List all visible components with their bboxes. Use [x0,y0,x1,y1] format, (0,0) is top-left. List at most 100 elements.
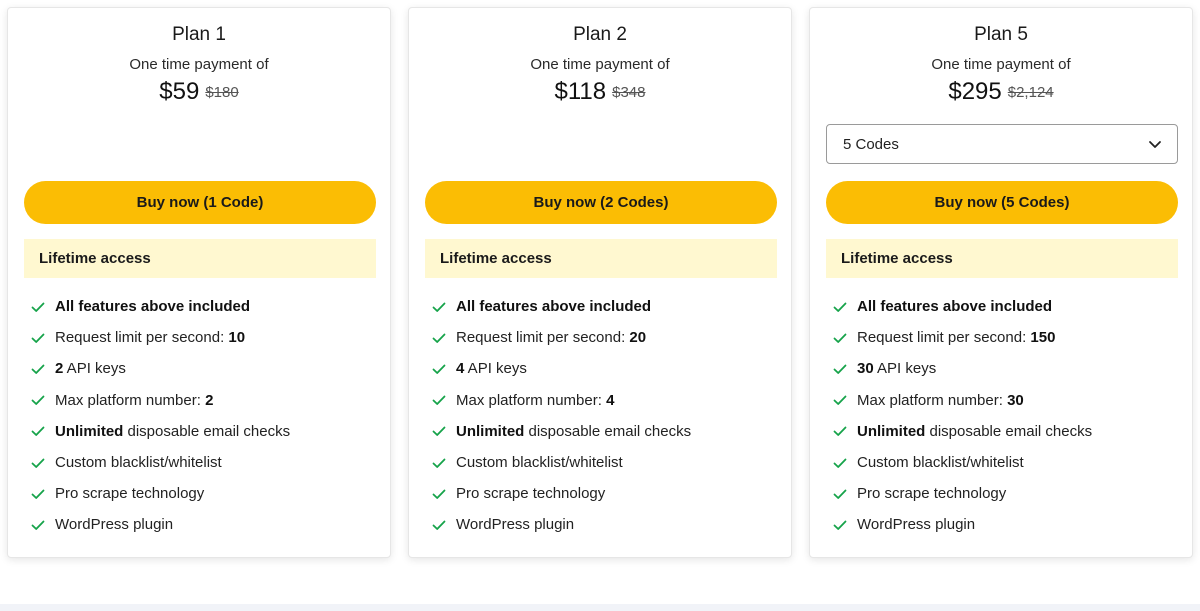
feature-item: WordPress plugin [431,509,691,540]
check-icon [833,520,847,530]
feature-item: Custom blacklist/whitelist [431,447,691,478]
feature-item: Custom blacklist/whitelist [30,447,290,478]
feature-highlight: All features above included [456,298,652,316]
pricing-cards: Plan 1 One time payment of $59 $180 Buy n… [7,7,1193,558]
price-row: $59 $180 [8,78,390,106]
feature-text: Request limit per second: [857,329,1031,347]
feature-item: All features above included [30,291,290,322]
buy-now-button[interactable]: Buy now (1 Code) [24,181,376,224]
check-icon [31,489,45,499]
feature-text: API keys [464,360,527,378]
feature-item: Max platform number: 2 [30,385,290,416]
feature-list: All features above included Request limit… [30,291,290,541]
lifetime-access-banner: Lifetime access [24,239,376,278]
feature-item: Max platform number: 4 [431,385,691,416]
check-icon [432,333,446,343]
check-icon [833,395,847,406]
feature-item: All features above included [431,291,691,322]
plan-card-1: Plan 1 One time payment of $59 $180 Buy n… [7,7,391,558]
feature-highlight: 10 [228,329,246,347]
price: $295 [948,78,1002,105]
feature-highlight: 20 [629,329,647,347]
access-label: Lifetime access [39,250,151,267]
plan-title: Plan 5 [974,24,1028,45]
feature-text: API keys [873,360,937,378]
check-icon [432,489,446,499]
feature-item: Pro scrape technology [431,478,691,509]
price-row: $295 $2,124 [810,78,1192,106]
feature-item: Custom blacklist/whitelist [832,447,1092,478]
feature-text: API keys [63,360,126,378]
plan-title: Plan 1 [172,24,226,45]
feature-highlight: 4 [456,360,465,378]
price: $59 [159,78,200,105]
feature-highlight: Unlimited [55,422,124,440]
feature-item: 4 API keys [431,353,691,384]
feature-item: Request limit per second: 20 [431,322,691,353]
feature-item: Pro scrape technology [832,478,1092,509]
feature-text: WordPress plugin [857,516,976,534]
feature-item: Request limit per second: 10 [30,322,290,353]
check-icon [31,364,45,374]
feature-item: 2 API keys [30,353,290,384]
check-icon [31,520,45,530]
feature-text: disposable email checks [524,422,692,440]
check-icon [833,333,847,343]
lifetime-access-banner: Lifetime access [826,239,1178,278]
check-icon [432,426,446,437]
feature-item: Max platform number: 30 [832,385,1092,416]
plan-title: Plan 2 [573,24,627,45]
feature-text: Custom blacklist/whitelist [55,454,222,472]
feature-highlight: 4 [606,391,615,409]
feature-item: Unlimited disposable email checks [832,416,1092,447]
feature-text: Max platform number: [55,391,206,409]
check-icon [31,302,45,312]
feature-text: Custom blacklist/whitelist [857,454,1024,472]
feature-item: WordPress plugin [30,509,290,540]
check-icon [432,395,446,406]
feature-highlight: All features above included [55,298,251,316]
feature-text: Request limit per second: [55,329,229,347]
code-quantity-select[interactable]: 5 Codes [826,124,1178,164]
feature-highlight: Unlimited [857,422,926,440]
feature-highlight: Unlimited [456,422,525,440]
feature-item: Unlimited disposable email checks [30,416,290,447]
check-icon [833,364,847,374]
feature-highlight: 30 [1007,391,1024,409]
feature-text: disposable email checks [925,422,1093,440]
feature-text: Request limit per second: [456,329,630,347]
feature-highlight: 2 [55,360,64,378]
check-icon [432,302,446,312]
feature-list: All features above included Request limit… [431,291,691,541]
check-icon [31,333,45,343]
check-icon [432,458,446,468]
feature-text: disposable email checks [123,422,291,440]
check-icon [31,395,45,406]
select-value: 5 Codes [843,135,899,153]
feature-text: Pro scrape technology [55,485,205,503]
buy-now-button[interactable]: Buy now (5 Codes) [826,181,1178,224]
lifetime-access-banner: Lifetime access [425,239,777,278]
feature-text: Pro scrape technology [456,485,606,503]
check-icon [833,426,847,437]
feature-item: Pro scrape technology [30,478,290,509]
feature-item: 30 API keys [832,353,1092,384]
price: $118 [554,78,607,105]
feature-text: WordPress plugin [456,516,575,534]
check-icon [833,302,847,312]
feature-item: WordPress plugin [832,509,1092,540]
price-row: $118 $348 [409,78,791,106]
payment-label: One time payment of [530,56,670,73]
feature-item: All features above included [832,291,1092,322]
access-label: Lifetime access [841,250,953,267]
check-icon [31,458,45,468]
buy-now-button[interactable]: Buy now (2 Codes) [425,181,777,224]
feature-list: All features above included Request limit… [832,291,1092,541]
chevron-down-icon [1149,141,1161,148]
feature-highlight: 150 [1030,329,1056,347]
page-footer-band [0,604,1200,611]
check-icon [833,489,847,499]
check-icon [31,426,45,437]
payment-label: One time payment of [129,56,269,73]
feature-highlight: All features above included [857,298,1053,316]
